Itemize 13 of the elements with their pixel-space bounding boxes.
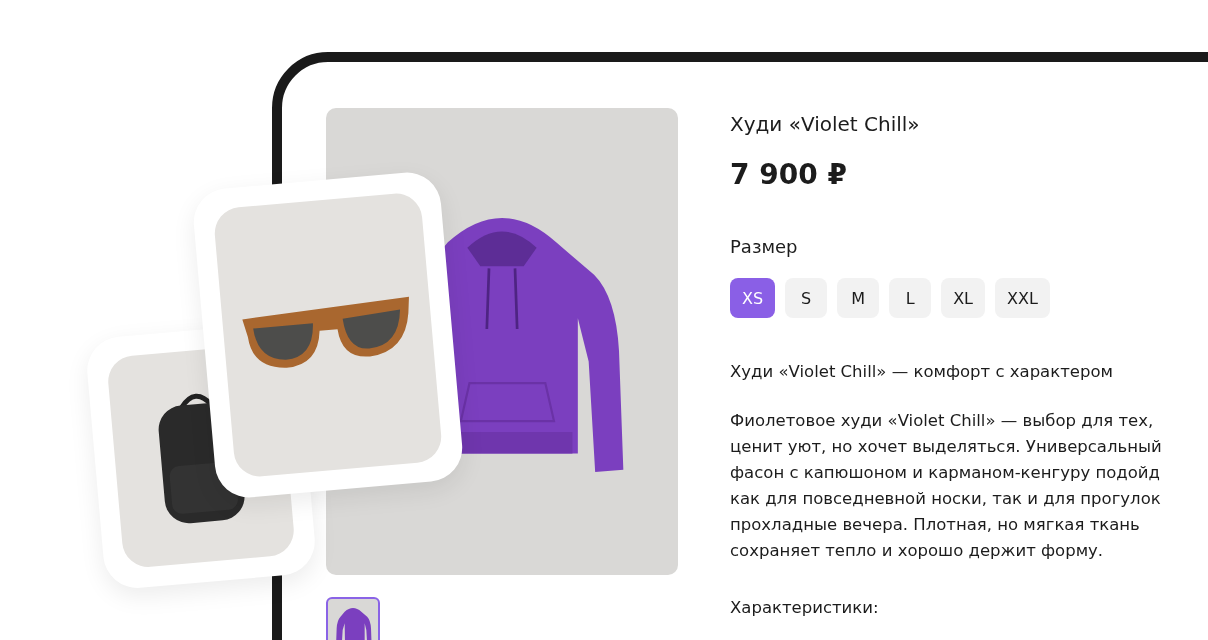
hoodie-thumbnail[interactable] xyxy=(326,597,380,640)
product-price: 7 900 ₽ xyxy=(730,158,848,192)
description-text: Фиолетовое худи «Violet Chill» — выбор для тех, ценит уют, но хочет выделяться. Универсальный фасон с капюшоном и карманом-кенгуру подойд как для повседневной носки, так и для прогулок прохладные вечера. Плотная, но мягкая ткань сохраняет тепло и хорошо держит форму. xyxy=(730,410,1163,562)
specs-heading: Характеристики: xyxy=(730,597,880,619)
size-label: Размер xyxy=(730,235,799,259)
size-option[interactable]: XXL xyxy=(995,278,1050,318)
product-title: Худи «Violet Chill» xyxy=(730,111,921,138)
size-option[interactable]: XS xyxy=(730,278,776,318)
size-option[interactable]: M xyxy=(837,278,880,318)
size-option[interactable]: S xyxy=(785,278,828,318)
description-heading: Худи «Violet Chill» — комфорт с характером xyxy=(730,361,1114,383)
size-option[interactable]: L xyxy=(889,278,932,318)
size-option[interactable]: XL xyxy=(941,278,985,318)
